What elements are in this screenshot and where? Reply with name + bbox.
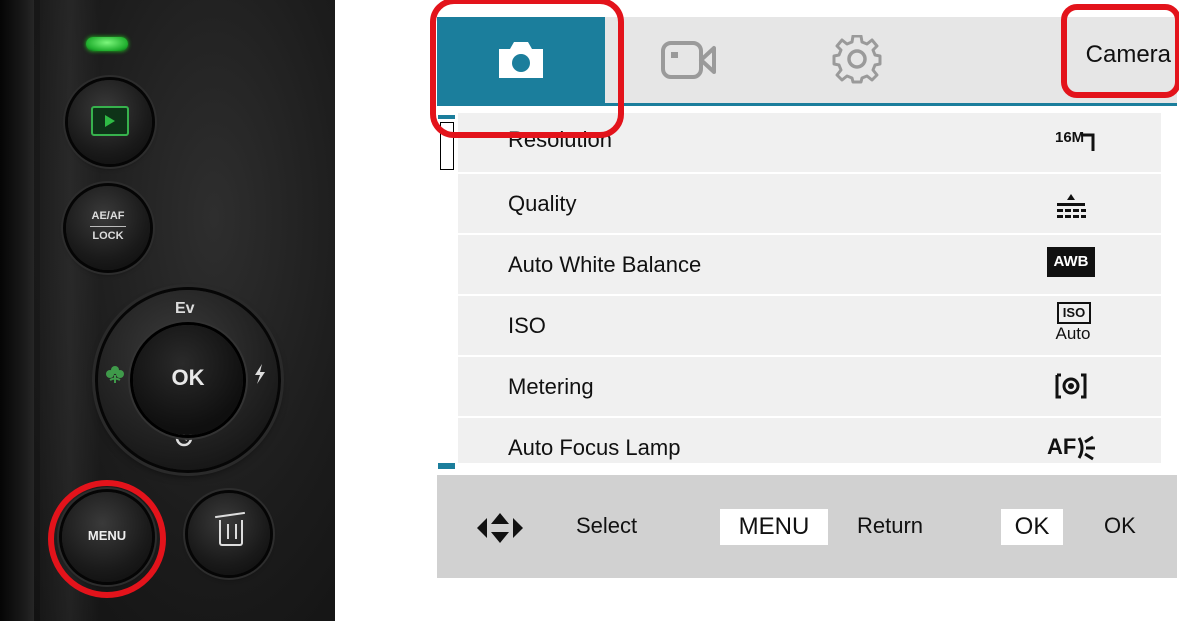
video-camera-icon	[661, 41, 716, 79]
list-item-label: Auto Focus Lamp	[508, 435, 681, 460]
ok-label: OK	[171, 365, 205, 390]
tab-settings[interactable]	[773, 17, 941, 103]
list-item-label: Auto White Balance	[508, 252, 702, 277]
four-way-arrows-icon	[477, 513, 523, 543]
list-item-label: Quality	[508, 191, 577, 216]
ok-label: OK	[1104, 513, 1136, 538]
metering-center-icon	[1055, 373, 1087, 399]
camera-tab-highlight	[430, 0, 624, 138]
list-item-label: ISO	[508, 313, 546, 338]
list-item-label: Metering	[508, 374, 594, 399]
camera-title-highlight	[1061, 4, 1179, 98]
tab-video[interactable]	[605, 17, 773, 103]
help-footer: Select MENU Return OK OK	[437, 475, 1177, 578]
list-item-quality[interactable]: Quality	[458, 174, 1161, 235]
scrollbar-bottom-marker	[438, 463, 455, 469]
list-item-metering[interactable]: Metering	[458, 357, 1161, 418]
menu-button-highlight	[48, 480, 166, 598]
iso-auto-icon: ISO Auto	[1051, 302, 1091, 348]
af-lamp-icon: AF	[1047, 428, 1097, 466]
ae-af-lock-button[interactable]: AE/AF LOCK	[66, 186, 150, 270]
awb-badge: AWB	[1047, 247, 1095, 277]
delete-button[interactable]	[188, 493, 270, 575]
select-label: Select	[576, 513, 638, 538]
ae-af-divider	[90, 226, 126, 227]
af-lamp-value: AF	[1047, 434, 1077, 459]
trash-icon	[219, 520, 243, 546]
lock-label: LOCK	[92, 230, 124, 242]
iso-auto-value: Auto	[1055, 324, 1091, 343]
camera-body: AE/AF LOCK Ev OK MENU	[0, 0, 335, 621]
playback-button[interactable]	[68, 80, 152, 164]
list-item-white-balance[interactable]: Auto White Balance AWB	[458, 235, 1161, 296]
flash-icon	[255, 364, 265, 384]
macro-flower-icon	[106, 366, 124, 383]
status-led	[86, 37, 128, 51]
resolution-16m-icon: 16M	[1051, 123, 1095, 161]
list-item-iso[interactable]: ISO ISO Auto	[458, 296, 1161, 357]
gear-icon	[832, 35, 882, 84]
ev-label: Ev	[175, 300, 195, 317]
ok-key-badge: OK	[1001, 509, 1063, 545]
settings-list: Resolution 16M Quality Auto White Balanc…	[458, 113, 1161, 463]
playback-icon	[91, 106, 129, 136]
quality-fine-icon	[1057, 194, 1086, 218]
camera-grip-edge	[0, 0, 34, 621]
list-item-af-lamp[interactable]: Auto Focus Lamp AF	[458, 418, 1161, 477]
return-label: Return	[857, 513, 924, 538]
menu-key-badge: MENU	[720, 509, 828, 545]
iso-value: ISO	[1057, 302, 1091, 324]
ae-af-label: AE/AF	[91, 210, 125, 222]
ok-button[interactable]: OK	[133, 325, 243, 435]
